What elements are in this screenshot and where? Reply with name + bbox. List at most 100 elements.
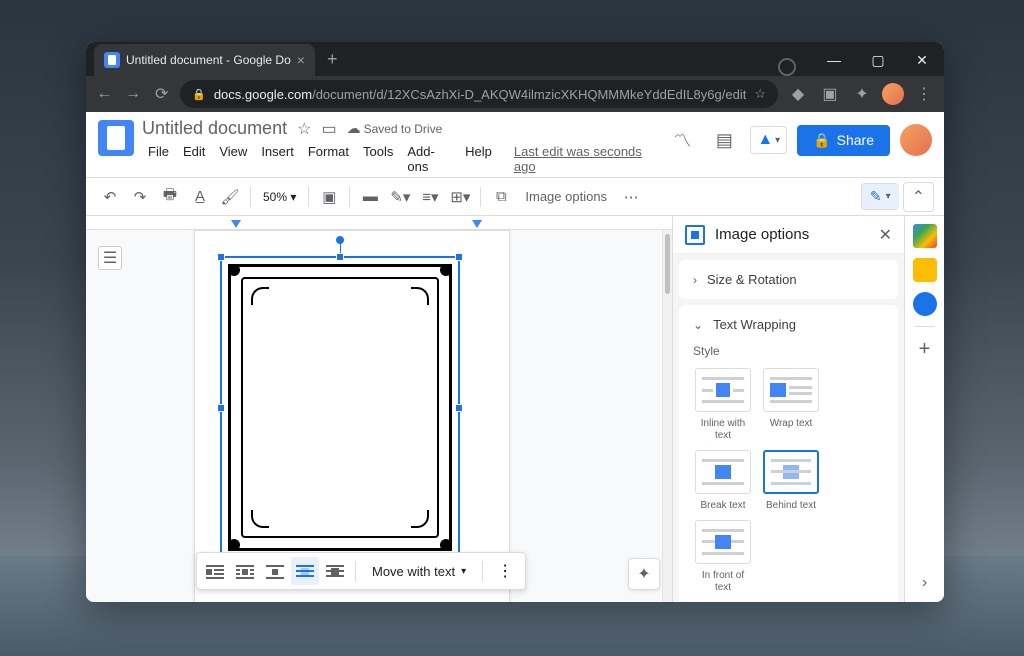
more-options-icon[interactable]: ⋮ <box>489 561 521 581</box>
size-rotation-section[interactable]: › Size & Rotation <box>679 260 898 299</box>
style-label: Style <box>693 344 884 358</box>
crop-button[interactable]: ⧉ <box>487 183 515 211</box>
image-icon <box>685 225 705 245</box>
border-style-button[interactable]: ⊞▾ <box>446 183 474 211</box>
docs-logo-icon[interactable] <box>98 120 134 156</box>
explore-button[interactable]: ✦ <box>628 558 660 590</box>
move-icon[interactable]: ▭ <box>321 119 336 139</box>
menu-view[interactable]: View <box>213 141 253 177</box>
wrap-front-button[interactable] <box>321 557 349 585</box>
document-title[interactable]: Untitled document <box>142 118 287 139</box>
record-icon[interactable] <box>778 58 796 76</box>
redo-button[interactable]: ↷ <box>126 183 154 211</box>
pencil-icon: ✎ <box>870 188 882 205</box>
menu-insert[interactable]: Insert <box>255 141 300 177</box>
wrap-option-break[interactable] <box>695 450 751 494</box>
share-button[interactable]: 🔒Share <box>797 125 890 156</box>
star-icon[interactable]: ☆ <box>297 119 311 139</box>
text-wrapping-section[interactable]: ⌄ Text Wrapping <box>679 305 898 344</box>
present-button[interactable]: ▲▾ <box>750 126 787 154</box>
ruler[interactable] <box>86 216 672 230</box>
keep-icon[interactable] <box>913 258 937 282</box>
wrap-option-inline[interactable] <box>695 368 751 412</box>
image-options-panel: Image options ✕ › Size & Rotation ⌄ Text… <box>672 216 904 602</box>
image-options-button[interactable]: Image options <box>517 189 615 204</box>
selected-image[interactable] <box>220 256 460 559</box>
document-canvas[interactable]: ☰ <box>86 216 672 602</box>
wrap-text-button[interactable] <box>231 557 259 585</box>
document-page <box>194 230 510 602</box>
menu-file[interactable]: File <box>142 141 175 177</box>
tab-title: Untitled document - Google Do <box>126 53 291 67</box>
outline-button[interactable]: ☰ <box>98 246 122 270</box>
last-edit-link[interactable]: Last edit was seconds ago <box>508 141 658 177</box>
toolbar: ↶ ↷ 🖶 A̲ 🖌 50% ▾ ▣ ▬ ✎▾ ≡▾ ⊞▾ ⧉ Image op… <box>86 177 944 215</box>
rotate-handle[interactable] <box>336 236 344 244</box>
menu-tools[interactable]: Tools <box>357 141 399 177</box>
add-addon-icon[interactable]: + <box>913 337 937 361</box>
resize-handle[interactable] <box>217 253 225 261</box>
resize-handle[interactable] <box>455 253 463 261</box>
new-tab-button[interactable]: + <box>315 49 350 70</box>
activity-icon[interactable]: 〽 <box>666 124 698 156</box>
lock-icon: 🔒 <box>192 88 206 101</box>
wrap-inline-button[interactable] <box>201 557 229 585</box>
browser-menu-icon[interactable]: ⋮ <box>912 82 936 106</box>
menu-edit[interactable]: Edit <box>177 141 211 177</box>
comments-icon[interactable]: ▤ <box>708 124 740 156</box>
side-panel-rail: + › <box>904 216 944 602</box>
wrap-option-front[interactable] <box>695 520 751 564</box>
more-button[interactable]: ⋯ <box>617 183 645 211</box>
collapse-toolbar-button[interactable]: ⌃ <box>903 182 934 212</box>
forward-button[interactable]: → <box>123 80 144 108</box>
close-tab-icon[interactable]: × <box>297 52 305 68</box>
wrap-behind-button[interactable] <box>291 557 319 585</box>
maximize-button[interactable]: ▢ <box>856 46 900 74</box>
position-dropdown[interactable]: Move with text▾ <box>362 557 476 585</box>
print-button[interactable]: 🖶 <box>156 183 184 211</box>
image-floating-toolbar: Move with text▾ ⋮ <box>196 552 526 590</box>
border-weight-button[interactable]: ✎▾ <box>386 183 414 211</box>
close-window-button[interactable]: ✕ <box>900 46 944 74</box>
profile-avatar-icon[interactable] <box>882 83 904 105</box>
resize-handle[interactable] <box>217 404 225 412</box>
editing-mode-button[interactable]: ✎▾ <box>861 183 899 210</box>
scrollbar[interactable] <box>662 230 672 602</box>
paint-format-button[interactable]: 🖌 <box>216 183 244 211</box>
titlebar: Untitled document - Google Do × + — ▢ ✕ <box>86 42 944 76</box>
docs-favicon <box>104 52 120 68</box>
border-color-button[interactable]: ▬ <box>356 183 384 211</box>
resize-handle[interactable] <box>455 404 463 412</box>
browser-tab[interactable]: Untitled document - Google Do × <box>94 44 315 76</box>
minimize-button[interactable]: — <box>812 46 856 74</box>
resize-handle[interactable] <box>336 253 344 261</box>
extension-icon[interactable]: ◆ <box>786 82 810 106</box>
close-icon[interactable]: ✕ <box>879 225 892 245</box>
back-button[interactable]: ← <box>94 80 115 108</box>
url-input[interactable]: 🔒 docs.google.com/document/d/12XCsAzhXi-… <box>180 80 778 108</box>
extension-icon[interactable]: ▣ <box>818 82 842 106</box>
extensions-menu-icon[interactable]: ✦ <box>850 82 874 106</box>
image-button[interactable]: ▣ <box>315 183 343 211</box>
menu-help[interactable]: Help <box>459 141 498 177</box>
undo-button[interactable]: ↶ <box>96 183 124 211</box>
zoom-select[interactable]: 50% ▾ <box>257 190 302 204</box>
wrap-option-wrap[interactable] <box>763 368 819 412</box>
bookmark-star-icon[interactable]: ☆ <box>754 86 766 102</box>
browser-window: Untitled document - Google Do × + — ▢ ✕ … <box>86 42 944 602</box>
tasks-icon[interactable] <box>913 292 937 316</box>
hide-panel-icon[interactable]: › <box>922 574 927 592</box>
menu-format[interactable]: Format <box>302 141 355 177</box>
menu-addons[interactable]: Add-ons <box>401 141 457 177</box>
docs-header: Untitled document ☆ ▭ ☁Saved to Drive Fi… <box>86 112 944 177</box>
wrap-option-behind[interactable] <box>763 450 819 494</box>
calendar-icon[interactable] <box>913 224 937 248</box>
wrap-break-button[interactable] <box>261 557 289 585</box>
user-avatar[interactable] <box>900 124 932 156</box>
sidebar-title: Image options <box>715 226 869 243</box>
border-dash-button[interactable]: ≡▾ <box>416 183 444 211</box>
chevron-down-icon: ⌄ <box>693 318 703 332</box>
spellcheck-button[interactable]: A̲ <box>186 183 214 211</box>
reload-button[interactable]: ⟳ <box>151 80 172 108</box>
menu-bar: File Edit View Insert Format Tools Add-o… <box>142 141 658 177</box>
